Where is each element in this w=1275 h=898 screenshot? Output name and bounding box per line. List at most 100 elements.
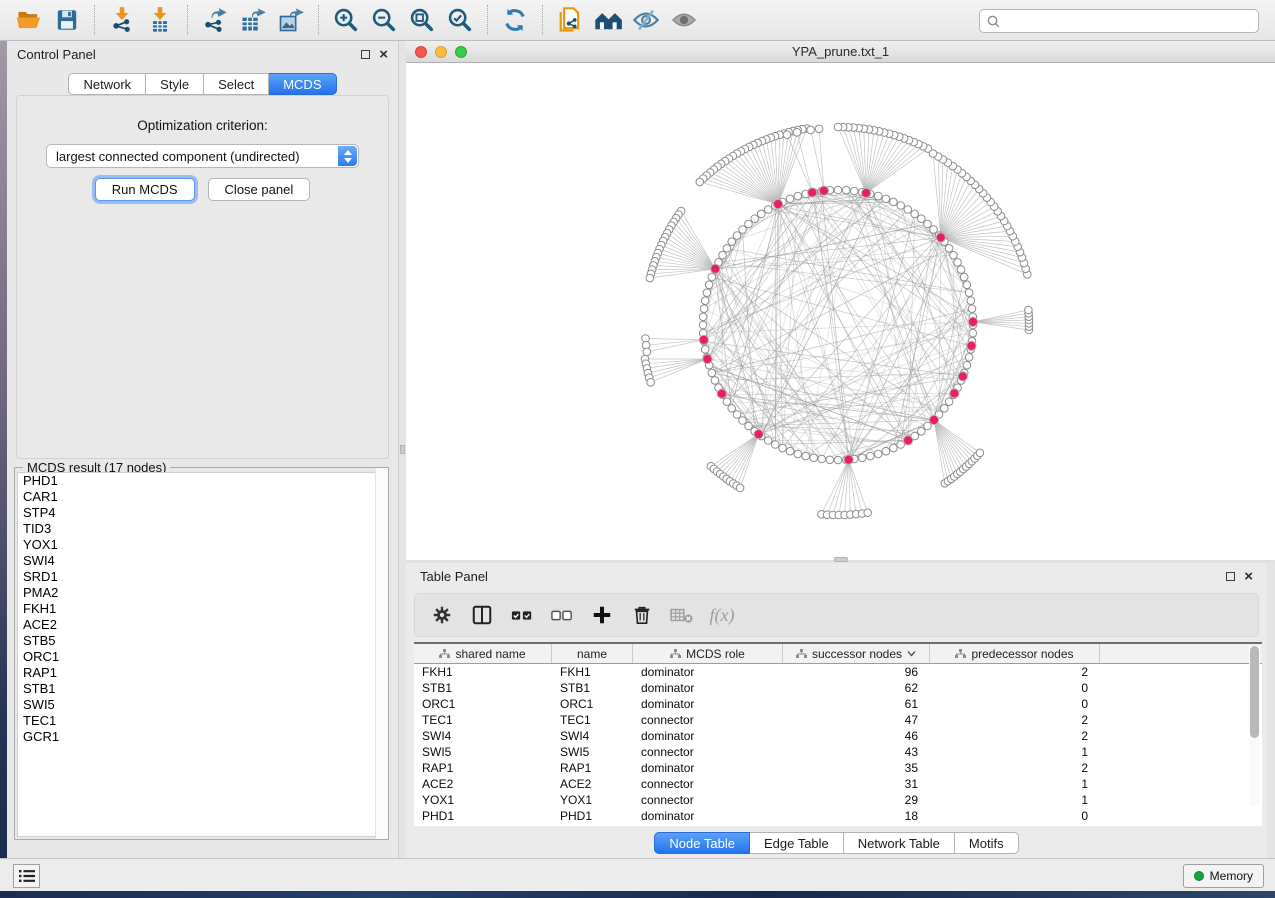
network-node-dominator[interactable] bbox=[929, 415, 938, 424]
network-node[interactable] bbox=[963, 361, 971, 369]
network-node[interactable] bbox=[701, 297, 709, 305]
network-node[interactable] bbox=[745, 422, 753, 430]
mcds-result-item[interactable]: TEC1 bbox=[18, 713, 385, 729]
network-node[interactable] bbox=[960, 273, 968, 281]
network-node[interactable] bbox=[728, 238, 736, 246]
network-node[interactable] bbox=[890, 444, 898, 452]
mcds-result-item[interactable]: STB5 bbox=[18, 633, 385, 649]
network-node[interactable] bbox=[733, 411, 741, 419]
network-node[interactable] bbox=[733, 232, 741, 240]
mcds-result-item[interactable]: ACE2 bbox=[18, 617, 385, 633]
network-node[interactable] bbox=[739, 226, 747, 234]
network-node[interactable] bbox=[941, 405, 949, 413]
network-node[interactable] bbox=[700, 305, 708, 313]
mcds-result-item[interactable]: PHD1 bbox=[18, 473, 385, 489]
network-node[interactable] bbox=[851, 187, 859, 195]
network-node[interactable] bbox=[945, 398, 953, 406]
select-all-button[interactable] bbox=[509, 602, 535, 628]
network-node[interactable] bbox=[963, 281, 971, 289]
task-history-button[interactable] bbox=[13, 864, 40, 888]
float-panel-icon[interactable] bbox=[1226, 572, 1235, 581]
network-node[interactable] bbox=[739, 417, 747, 425]
tab-style[interactable]: Style bbox=[146, 73, 204, 95]
tab-mcds[interactable]: MCDS bbox=[269, 73, 336, 95]
network-node[interactable] bbox=[793, 129, 801, 137]
tab-network-table[interactable]: Network Table bbox=[844, 832, 955, 854]
network-node[interactable] bbox=[699, 313, 707, 321]
open-file-button[interactable] bbox=[10, 3, 48, 37]
column-header-name[interactable]: name bbox=[552, 644, 633, 663]
tab-motifs[interactable]: Motifs bbox=[955, 832, 1019, 854]
network-node[interactable] bbox=[705, 281, 713, 289]
zoom-selected-button[interactable] bbox=[441, 3, 479, 37]
close-panel-icon[interactable]: × bbox=[1244, 572, 1253, 581]
network-node[interactable] bbox=[701, 346, 709, 354]
tab-edge-table[interactable]: Edge Table bbox=[750, 832, 844, 854]
table-row[interactable]: SWI4SWI4dominator462 bbox=[414, 728, 1262, 744]
hide-eye-button[interactable] bbox=[627, 3, 665, 37]
add-column-button[interactable] bbox=[589, 602, 615, 628]
network-node[interactable] bbox=[969, 329, 977, 337]
network-node[interactable] bbox=[859, 454, 867, 462]
network-node-dominator[interactable] bbox=[844, 455, 853, 464]
network-node[interactable] bbox=[954, 259, 962, 267]
network-node[interactable] bbox=[647, 379, 655, 387]
network-node[interactable] bbox=[751, 215, 759, 223]
network-node[interactable] bbox=[874, 450, 882, 458]
network-node[interactable] bbox=[786, 447, 794, 455]
run-mcds-button[interactable]: Run MCDS bbox=[95, 178, 195, 201]
tab-node-table[interactable]: Node Table bbox=[654, 832, 750, 854]
network-node[interactable] bbox=[783, 131, 791, 139]
network-node[interactable] bbox=[719, 251, 727, 259]
mcds-result-item[interactable]: FKH1 bbox=[18, 601, 385, 617]
network-node[interactable] bbox=[918, 215, 926, 223]
network-node[interactable] bbox=[1025, 306, 1033, 314]
network-node[interactable] bbox=[772, 441, 780, 449]
network-node[interactable] bbox=[810, 454, 818, 462]
network-node[interactable] bbox=[745, 220, 753, 228]
table-row[interactable]: ACE2ACE2connector311 bbox=[414, 776, 1262, 792]
network-node[interactable] bbox=[904, 206, 912, 214]
network-node[interactable] bbox=[646, 274, 654, 282]
column-header-shared-name[interactable]: shared name bbox=[414, 644, 552, 663]
tab-select[interactable]: Select bbox=[204, 73, 269, 95]
table-row[interactable]: RAP1RAP1dominator352 bbox=[414, 760, 1262, 776]
network-node[interactable] bbox=[802, 452, 810, 460]
network-node[interactable] bbox=[708, 273, 716, 281]
network-node[interactable] bbox=[758, 210, 766, 218]
network-node[interactable] bbox=[794, 192, 802, 200]
network-node-dominator[interactable] bbox=[967, 341, 976, 350]
network-node-dominator[interactable] bbox=[711, 264, 720, 273]
network-node[interactable] bbox=[834, 123, 842, 131]
network-node[interactable] bbox=[924, 220, 932, 228]
zoom-fit-button[interactable] bbox=[403, 3, 441, 37]
table-row[interactable]: STB1STB1dominator620 bbox=[414, 680, 1262, 696]
network-node[interactable] bbox=[807, 126, 815, 134]
mcds-result-item[interactable]: CAR1 bbox=[18, 489, 385, 505]
network-node-dominator[interactable] bbox=[703, 354, 712, 363]
vertical-splitter[interactable] bbox=[399, 41, 406, 858]
network-node[interactable] bbox=[911, 210, 919, 218]
table-row[interactable]: SWI5SWI5connector431 bbox=[414, 744, 1262, 760]
network-node[interactable] bbox=[976, 449, 984, 457]
search-input[interactable] bbox=[1001, 14, 1252, 28]
network-node-dominator[interactable] bbox=[862, 188, 871, 197]
network-node[interactable] bbox=[794, 450, 802, 458]
network-node[interactable] bbox=[834, 186, 842, 194]
table-settings-button[interactable] bbox=[429, 602, 455, 628]
refresh-layout-button[interactable] bbox=[496, 3, 534, 37]
export-network-button[interactable] bbox=[196, 3, 234, 37]
network-node[interactable] bbox=[699, 321, 707, 329]
network-node[interactable] bbox=[696, 178, 704, 186]
mcds-result-item[interactable]: RAP1 bbox=[18, 665, 385, 681]
splitter-grip[interactable] bbox=[834, 557, 848, 562]
clone-network-button[interactable] bbox=[551, 3, 589, 37]
network-node-dominator[interactable] bbox=[754, 430, 763, 439]
network-node[interactable] bbox=[897, 202, 905, 210]
import-table-button[interactable] bbox=[141, 3, 179, 37]
network-node[interactable] bbox=[764, 437, 772, 445]
network-node-dominator[interactable] bbox=[808, 188, 817, 197]
network-canvas[interactable] bbox=[406, 63, 1275, 560]
delete-table-button-disabled[interactable] bbox=[669, 602, 695, 628]
save-session-button[interactable] bbox=[48, 3, 86, 37]
